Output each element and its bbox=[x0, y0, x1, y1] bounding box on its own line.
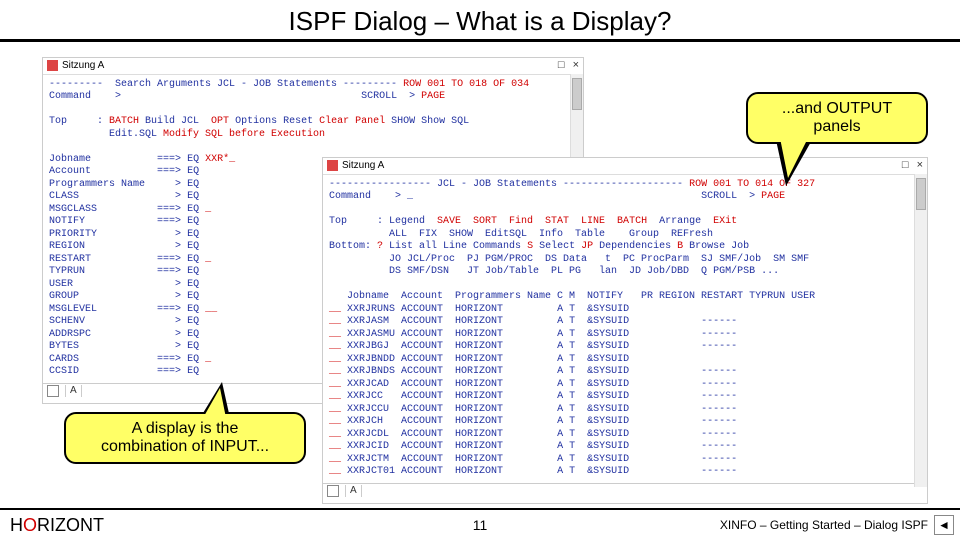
window-restore-icon[interactable]: □ bbox=[558, 59, 565, 73]
titlebar-2: Sitzung A □ × bbox=[323, 158, 927, 175]
terminal-body-2: ----------------- JCL - JOB Statements -… bbox=[323, 175, 927, 483]
terminal-output-panel: Sitzung A □ × ----------------- JCL - JO… bbox=[322, 157, 928, 504]
footer-subtitle: XINFO – Getting Started – Dialog ISPF bbox=[720, 518, 928, 532]
callout-input-tail-fill bbox=[203, 388, 226, 418]
callout-output: ...and OUTPUT panels bbox=[746, 92, 928, 144]
status-text: A bbox=[350, 485, 357, 498]
session-icon bbox=[327, 160, 338, 171]
status-icon bbox=[327, 485, 339, 497]
footer-next-icon[interactable]: ◄ bbox=[934, 515, 954, 535]
footer-brand: HORIZONT bbox=[10, 515, 104, 536]
close-icon[interactable]: × bbox=[573, 59, 579, 73]
callout-output-tail-fill bbox=[780, 138, 808, 178]
window-restore-icon[interactable]: □ bbox=[902, 159, 909, 173]
callout-input: A display is the combination of INPUT... bbox=[64, 412, 306, 464]
close-icon[interactable]: × bbox=[917, 159, 923, 173]
content-area: Sitzung A □ × --------- Search Arguments… bbox=[0, 42, 960, 497]
footer: HORIZONT 11 XINFO – Getting Started – Di… bbox=[0, 508, 960, 540]
scrollbar-2[interactable] bbox=[914, 174, 927, 487]
session-icon bbox=[47, 60, 58, 71]
status-icon bbox=[47, 385, 59, 397]
status-text: A bbox=[70, 385, 77, 398]
titlebar-1: Sitzung A □ × bbox=[43, 58, 583, 75]
session-title: Sitzung A bbox=[62, 60, 104, 73]
session-title: Sitzung A bbox=[342, 160, 384, 173]
slide-title: ISPF Dialog – What is a Display? bbox=[0, 0, 960, 42]
statusbar-2: A bbox=[323, 483, 927, 499]
